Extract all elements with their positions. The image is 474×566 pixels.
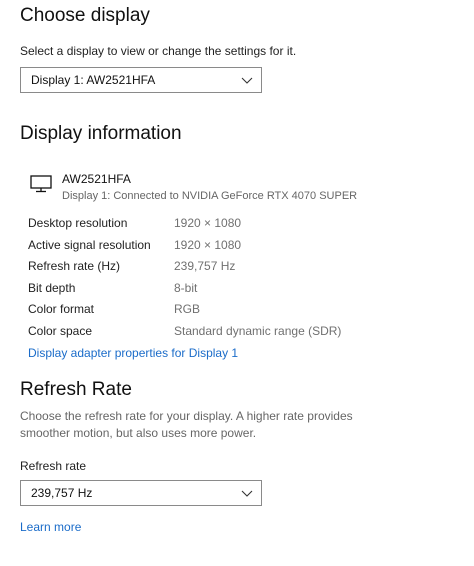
info-row-label: Active signal resolution [28,238,151,252]
refresh-rate-heading: Refresh Rate [20,379,132,400]
refresh-rate-description-line1: Choose the refresh rate for your display… [20,409,353,423]
info-row-label: Color format [28,302,95,316]
info-row-value: 1920 × 1080 [174,238,242,252]
chevron-down-icon [233,481,261,505]
info-row-label: Color space [28,324,93,338]
refresh-rate-dropdown[interactable]: 239,757 Hz [20,480,262,506]
learn-more-link[interactable]: Learn more [20,520,81,534]
display-select-dropdown[interactable]: Display 1: AW2521HFA [20,67,262,93]
refresh-rate-field-label: Refresh rate [20,459,87,473]
monitor-icon [30,175,52,198]
display-adapter-properties-link[interactable]: Display adapter properties for Display 1 [28,346,238,360]
refresh-rate-description-line2: smoother motion, but also uses more powe… [20,426,257,440]
info-row-value: Standard dynamic range (SDR) [174,324,342,338]
display-select-value: Display 1: AW2521HFA [31,73,156,87]
info-row-value: 239,757 Hz [174,259,236,273]
info-row-value: 1920 × 1080 [174,216,242,230]
info-row-label: Desktop resolution [28,216,128,230]
info-row-value: RGB [174,302,201,316]
monitor-connection: Display 1: Connected to NVIDIA GeForce R… [62,190,358,202]
choose-display-heading: Choose display [20,5,150,26]
refresh-rate-value: 239,757 Hz [31,486,93,500]
info-row-label: Refresh rate (Hz) [28,259,121,273]
display-information-heading: Display information [20,123,182,144]
monitor-name: AW2521HFA [62,172,131,186]
choose-display-description: Select a display to view or change the s… [20,44,297,58]
chevron-down-icon [233,68,261,92]
info-row-value: 8-bit [174,281,198,295]
info-row-label: Bit depth [28,281,76,295]
